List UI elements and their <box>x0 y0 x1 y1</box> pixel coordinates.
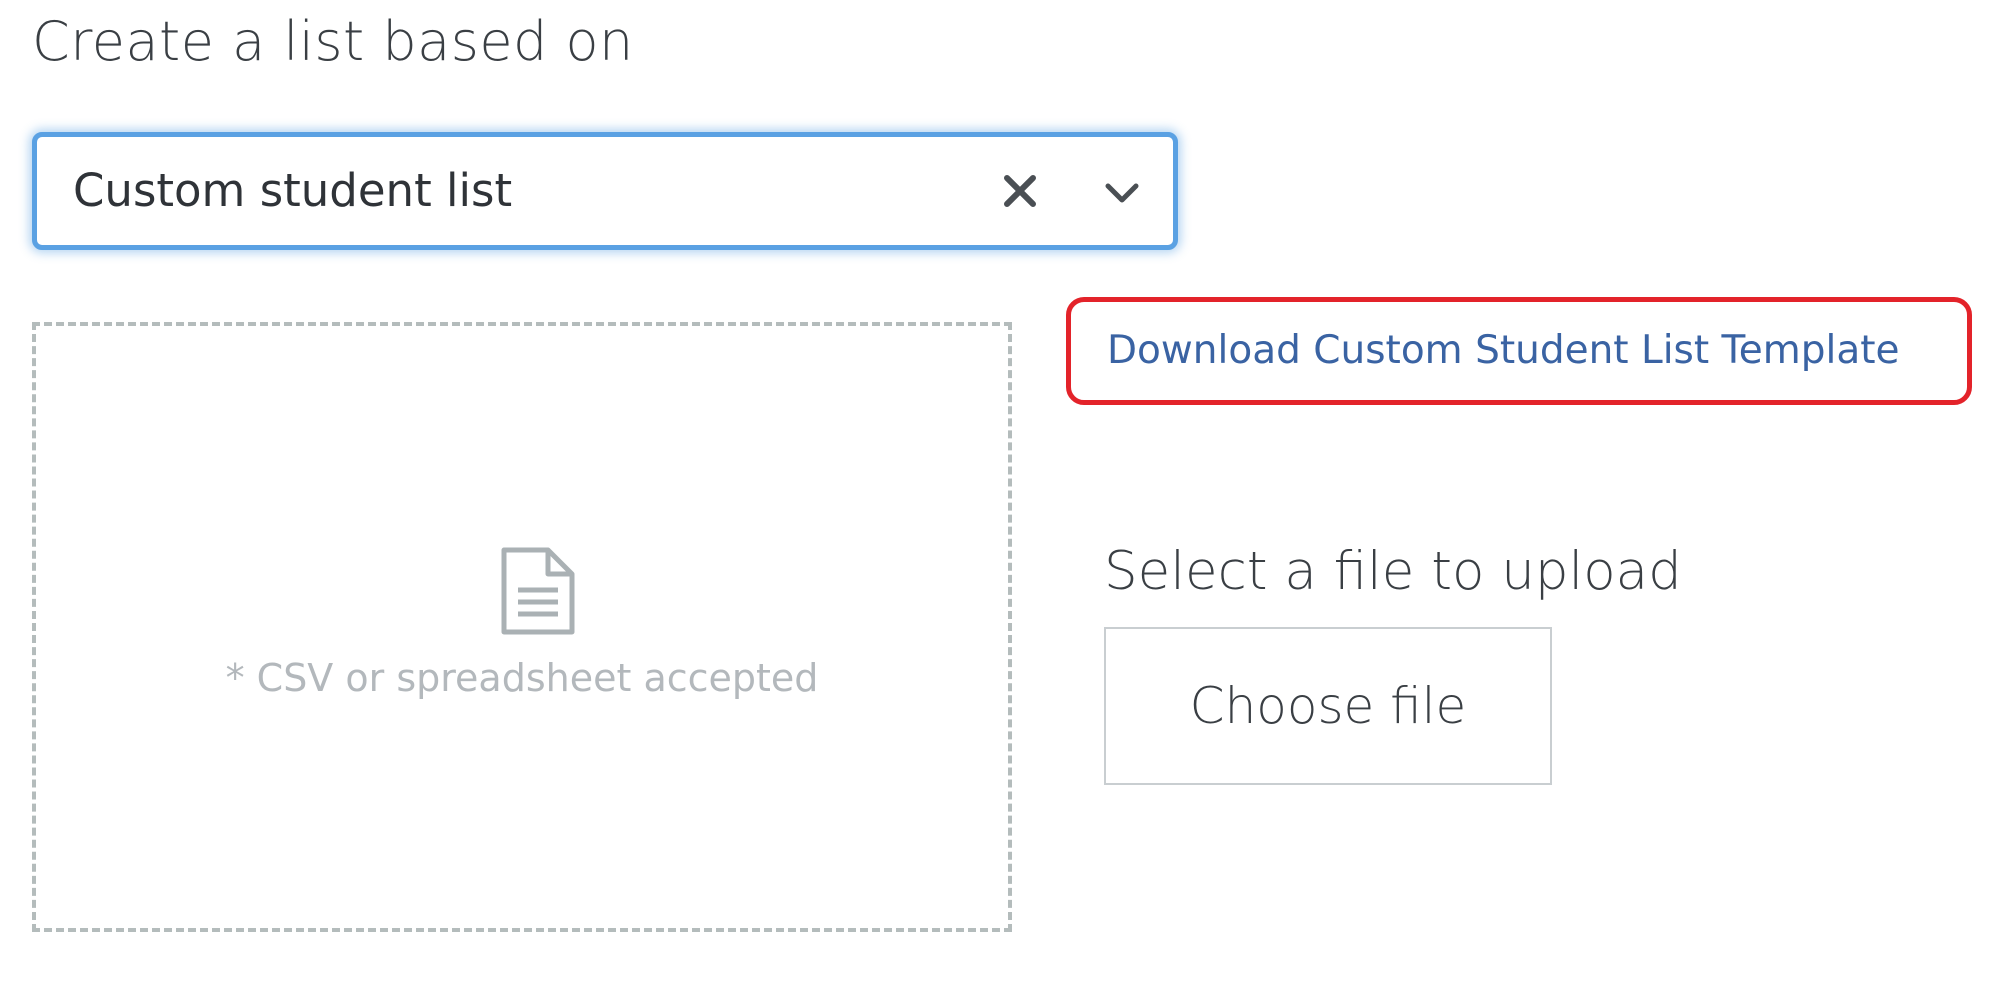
download-template-link[interactable]: Download Custom Student List Template <box>1107 302 1900 400</box>
choose-file-button[interactable]: Choose file <box>1104 627 1552 785</box>
create-list-page: Create a list based on Custom student li… <box>0 0 2000 1000</box>
upload-label: Select a file to upload <box>1104 541 1682 602</box>
dropzone-hint: * CSV or spreadsheet accepted <box>225 656 819 700</box>
close-icon[interactable] <box>1000 171 1040 211</box>
file-dropzone[interactable]: * CSV or spreadsheet accepted <box>32 322 1012 932</box>
download-template-highlight: Download Custom Student List Template <box>1066 297 1972 405</box>
file-document-icon <box>498 546 578 636</box>
chevron-down-icon[interactable] <box>1102 173 1142 213</box>
page-heading: Create a list based on <box>32 10 634 73</box>
list-type-select[interactable]: Custom student list <box>32 132 1178 250</box>
select-value: Custom student list <box>73 164 513 217</box>
